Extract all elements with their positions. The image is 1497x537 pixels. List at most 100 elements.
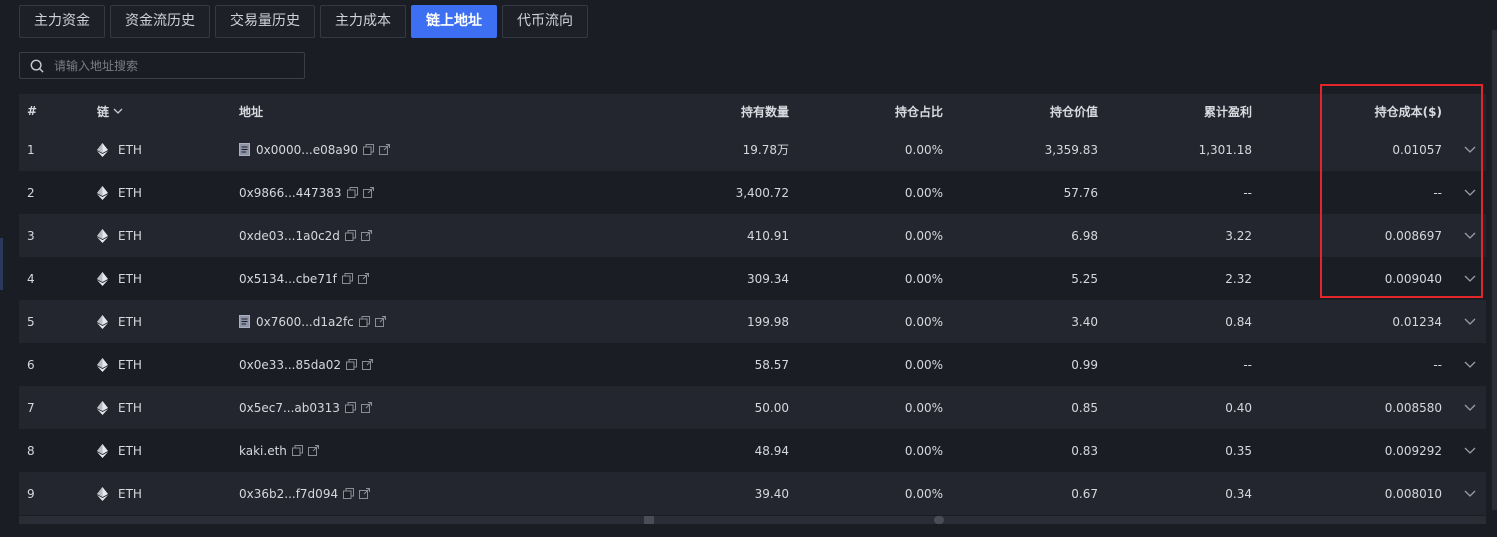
chevron-down-icon[interactable]: [1464, 361, 1476, 368]
chevron-down-icon[interactable]: [1464, 189, 1476, 196]
ratio-cell: 0.00%: [904, 486, 943, 501]
cost-cell: 0.008010: [1384, 486, 1442, 501]
amount-cell: 199.98: [747, 314, 789, 329]
chevron-down-icon[interactable]: [1464, 447, 1476, 454]
table-row[interactable]: 1 ETH 0x0000...e08a90 19.78万 0.00% 3,359.83 1,…: [19, 128, 1486, 171]
vertical-scrollbar[interactable]: [1492, 30, 1497, 510]
horizontal-scrollbar[interactable]: [19, 516, 1486, 524]
tab-fund-flow-history[interactable]: 资金流历史: [110, 5, 210, 38]
ratio-cell: 0.00%: [904, 400, 943, 415]
chain-cell: ETH: [97, 214, 142, 257]
external-link-icon[interactable]: [360, 230, 372, 241]
side-panel-edge: [0, 238, 3, 290]
pnl-cell: 1,301.18: [1198, 142, 1252, 157]
external-link-icon[interactable]: [359, 488, 371, 499]
tab-onchain-address[interactable]: 链上地址: [411, 5, 497, 38]
copy-icon[interactable]: [358, 316, 370, 327]
external-link-icon[interactable]: [360, 402, 372, 413]
address-link[interactable]: kaki.eth: [239, 444, 287, 458]
value-cell: 0.99: [1071, 357, 1098, 372]
copy-icon[interactable]: [344, 402, 356, 413]
copy-icon[interactable]: [343, 488, 355, 499]
row-index: 9: [27, 486, 35, 501]
table-row[interactable]: 3 ETH 0xde03...1a0c2d 410.91 0.00% 6.98 3.22 0.…: [19, 214, 1486, 257]
scroll-thumb[interactable]: [934, 516, 944, 524]
external-link-icon[interactable]: [362, 187, 374, 198]
table-row[interactable]: 9 ETH 0x36b2...f7d094 39.40 0.00% 0.67 0.34 0.0…: [19, 472, 1486, 515]
tab-token-flow[interactable]: 代币流向: [502, 5, 588, 38]
copy-icon[interactable]: [344, 230, 356, 241]
doc-icon: [239, 315, 250, 328]
cost-cell: 0.01234: [1392, 314, 1442, 329]
address-link[interactable]: 0x0000...e08a90: [256, 143, 358, 157]
address-link[interactable]: 0x5134...cbe71f: [239, 272, 337, 286]
address-cell: 0x5134...cbe71f: [239, 257, 369, 300]
tab-main-funds[interactable]: 主力资金: [19, 5, 105, 38]
external-link-icon[interactable]: [374, 316, 386, 327]
expand-cell[interactable]: [1464, 300, 1476, 343]
chain-label: ETH: [118, 314, 142, 329]
external-link-icon[interactable]: [307, 445, 319, 456]
chain-label: ETH: [118, 228, 142, 243]
doc-icon: [239, 143, 250, 156]
value-cell: 5.25: [1071, 271, 1098, 286]
search-box[interactable]: [19, 52, 305, 79]
pnl-cell: 3.22: [1225, 228, 1252, 243]
tab-volume-history[interactable]: 交易量历史: [215, 5, 315, 38]
address-link[interactable]: 0x36b2...f7d094: [239, 487, 338, 501]
address-link[interactable]: 0x7600...d1a2fc: [256, 315, 354, 329]
tab-main-cost[interactable]: 主力成本: [320, 5, 406, 38]
scroll-thumb[interactable]: [644, 516, 654, 524]
external-link-icon[interactable]: [357, 273, 369, 284]
address-link[interactable]: 0x5ec7...ab0313: [239, 401, 340, 415]
copy-icon[interactable]: [341, 273, 353, 284]
pnl-cell: 0.34: [1225, 486, 1252, 501]
pnl-cell: --: [1243, 357, 1252, 372]
chevron-down-icon[interactable]: [1464, 146, 1476, 153]
eth-icon: [97, 271, 108, 286]
table-row[interactable]: 2 ETH 0x9866...447383 3,400.72 0.00% 57.76 -- -…: [19, 171, 1486, 214]
expand-cell[interactable]: [1464, 343, 1476, 386]
expand-cell[interactable]: [1464, 257, 1476, 300]
cost-cell: --: [1433, 357, 1442, 372]
search-input[interactable]: [52, 57, 286, 74]
chevron-down-icon[interactable]: [1464, 275, 1476, 282]
cost-cell: 0.009292: [1384, 443, 1442, 458]
table-body: 1 ETH 0x0000...e08a90 19.78万 0.00% 3,359.83 1,…: [19, 128, 1486, 515]
external-link-icon[interactable]: [379, 144, 390, 155]
row-index: 5: [27, 314, 35, 329]
copy-icon[interactable]: [363, 144, 374, 155]
table-row[interactable]: 4 ETH 0x5134...cbe71f 309.34 0.00% 5.25 2.32 0.…: [19, 257, 1486, 300]
chevron-down-icon[interactable]: [1464, 232, 1476, 239]
copy-icon[interactable]: [346, 187, 358, 198]
expand-cell[interactable]: [1464, 214, 1476, 257]
value-cell: 0.85: [1071, 400, 1098, 415]
expand-cell[interactable]: [1464, 472, 1476, 515]
copy-icon[interactable]: [345, 359, 357, 370]
chevron-down-icon[interactable]: [1464, 318, 1476, 325]
external-link-icon[interactable]: [361, 359, 373, 370]
expand-cell[interactable]: [1464, 386, 1476, 429]
table-row[interactable]: 7 ETH 0x5ec7...ab0313 50.00 0.00% 0.85 0.40 0.0…: [19, 386, 1486, 429]
address-link[interactable]: 0xde03...1a0c2d: [239, 229, 340, 243]
table-row[interactable]: 8 ETH kaki.eth 48.94 0.00% 0.83 0.35 0.009292: [19, 429, 1486, 472]
expand-cell[interactable]: [1464, 128, 1476, 171]
address-cell: 0x9866...447383: [239, 171, 374, 214]
eth-icon: [97, 486, 108, 501]
chevron-down-icon[interactable]: [1464, 404, 1476, 411]
expand-cell[interactable]: [1464, 171, 1476, 214]
address-cell: 0x5ec7...ab0313: [239, 386, 372, 429]
table-row[interactable]: 6 ETH 0x0e33...85da02 58.57 0.00% 0.99 -- --: [19, 343, 1486, 386]
address-link[interactable]: 0x0e33...85da02: [239, 358, 341, 372]
address-link[interactable]: 0x9866...447383: [239, 186, 342, 200]
expand-cell[interactable]: [1464, 429, 1476, 472]
copy-icon[interactable]: [291, 445, 303, 456]
chain-cell: ETH: [97, 429, 142, 472]
chevron-down-icon[interactable]: [1464, 490, 1476, 497]
chain-cell: ETH: [97, 300, 142, 343]
pnl-cell: --: [1243, 185, 1252, 200]
col-chain-header[interactable]: 链: [97, 94, 123, 128]
table-row[interactable]: 5 ETH 0x7600...d1a2fc 199.98 0.00% 3.40 0.84 0.…: [19, 300, 1486, 343]
col-value-header: 持仓价值: [1049, 104, 1098, 119]
chain-cell: ETH: [97, 128, 142, 171]
